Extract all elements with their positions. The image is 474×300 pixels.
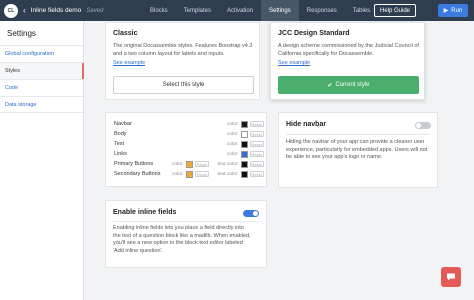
tab-activation[interactable]: Activation: [219, 0, 261, 21]
color-label: color:: [172, 171, 184, 177]
color-row-label: Links: [114, 151, 127, 157]
main-tabs: Blocks Templates Activation Settings Res…: [142, 0, 378, 21]
color-row-label: Primary Buttons: [114, 161, 154, 167]
top-navbar: CL ‹ Inline fields demo Saved Blocks Tem…: [0, 0, 474, 21]
chat-bubble-icon: [447, 273, 455, 281]
color-row-navbar: Navbar color: Reset: [114, 119, 264, 129]
body-color-swatch[interactable]: [240, 130, 248, 138]
secondary-buttons-color-reset-button[interactable]: Reset: [194, 171, 210, 177]
back-arrow-icon[interactable]: ‹: [23, 6, 26, 15]
hide-navbar-description: Hiding the navbar of your app can provid…: [286, 139, 428, 160]
text-color-swatch[interactable]: [240, 140, 248, 148]
text-color-label: text color:: [217, 161, 239, 167]
body-color-reset-button[interactable]: Reset: [249, 131, 264, 137]
check-icon: ✔: [327, 82, 333, 89]
color-label: color:: [172, 161, 184, 167]
current-style-label: Current style: [335, 82, 370, 88]
toggle-knob: [253, 211, 258, 216]
tab-settings[interactable]: Settings: [261, 0, 299, 21]
classic-description: The original Docassemble styles. Feature…: [113, 43, 253, 57]
color-row-label: Navbar: [114, 121, 132, 127]
color-label: color:: [226, 141, 239, 147]
play-icon: ▶: [443, 8, 449, 14]
toggle-knob: [416, 123, 421, 128]
saved-status: Saved: [86, 7, 104, 14]
help-guide-button[interactable]: Help Guide: [374, 4, 417, 17]
select-classic-style-button[interactable]: Select this style: [113, 76, 254, 94]
secondary-buttons-text-color-swatch[interactable]: [240, 170, 248, 178]
primary-buttons-color-swatch[interactable]: [185, 160, 193, 168]
divider: [113, 221, 260, 222]
app-name: Inline fields demo: [30, 7, 82, 14]
inline-fields-title: Enable inline fields: [113, 209, 177, 216]
sidebar-item-data-storage[interactable]: Data storage: [0, 96, 83, 113]
color-row-text: Text color: Reset: [114, 139, 264, 149]
tab-blocks[interactable]: Blocks: [142, 0, 176, 21]
classic-title: Classic: [113, 30, 138, 37]
primary-buttons-text-color-swatch[interactable]: [240, 160, 248, 168]
links-color-swatch[interactable]: [240, 150, 248, 158]
links-color-reset-button[interactable]: Reset: [249, 151, 264, 157]
color-label: color:: [226, 131, 239, 137]
secondary-buttons-text-color-reset-button[interactable]: Reset: [249, 171, 264, 177]
divider: [286, 134, 431, 135]
jcc-style-card: JCC Design Standard A design scheme comm…: [270, 22, 425, 100]
color-row-label: Secondary Buttons: [114, 171, 161, 177]
secondary-buttons-color-swatch[interactable]: [185, 170, 193, 178]
sidebar-item-global-configuration[interactable]: Global configuration: [0, 45, 83, 62]
sidebar-item-styles[interactable]: Styles: [0, 62, 84, 79]
classic-see-example-link[interactable]: See example: [113, 60, 145, 66]
jcc-description: A design scheme commissioned by the Judi…: [278, 43, 419, 57]
run-label: Run: [451, 7, 463, 14]
settings-sidebar: Settings Global configuration Styles Cod…: [0, 21, 84, 300]
inline-fields-card: Enable inline fields Enabling inline fie…: [105, 200, 267, 268]
jcc-see-example-link[interactable]: See example: [278, 60, 310, 66]
navbar-color-swatch[interactable]: [240, 120, 248, 128]
text-color-reset-button[interactable]: Reset: [249, 141, 264, 147]
inline-fields-toggle[interactable]: [243, 210, 259, 217]
inline-fields-description: Enabling inline fields lets you place a …: [113, 225, 251, 254]
navbar-color-reset-button[interactable]: Reset: [249, 121, 264, 127]
color-row-label: Body: [114, 131, 127, 137]
app-logo[interactable]: CL: [4, 3, 18, 18]
color-row-links: Links color: Reset: [114, 149, 264, 159]
chat-bubble-button[interactable]: [441, 267, 461, 287]
classic-style-card: Classic The original Docassemble styles.…: [105, 22, 260, 100]
color-row-body: Body color: Reset: [114, 129, 264, 139]
color-row-primary-buttons: Primary Buttons color: Reset text color:…: [114, 159, 264, 169]
run-button[interactable]: ▶ Run: [438, 4, 468, 17]
color-row-label: Text: [114, 141, 125, 147]
color-label: color:: [226, 151, 239, 157]
tab-templates[interactable]: Templates: [176, 0, 219, 21]
primary-buttons-color-reset-button[interactable]: Reset: [194, 161, 210, 167]
current-style-button[interactable]: ✔ Current style: [278, 76, 419, 94]
color-row-secondary-buttons: Secondary Buttons color: Reset text colo…: [114, 169, 264, 179]
primary-buttons-text-color-reset-button[interactable]: Reset: [249, 161, 264, 167]
text-color-label: text color:: [217, 171, 239, 177]
hide-navbar-card: Hide navbar Hiding the navbar of your ap…: [278, 112, 438, 188]
colors-card: Navbar color: Reset Body color: Reset Te…: [105, 112, 267, 187]
tab-responses[interactable]: Responses: [299, 0, 345, 21]
color-label: color:: [226, 121, 239, 127]
sidebar-item-code[interactable]: Code: [0, 79, 83, 96]
jcc-title: JCC Design Standard: [278, 30, 350, 37]
sidebar-title: Settings: [7, 29, 36, 38]
hide-navbar-title: Hide navbar: [286, 121, 327, 128]
hide-navbar-toggle[interactable]: [415, 122, 431, 129]
